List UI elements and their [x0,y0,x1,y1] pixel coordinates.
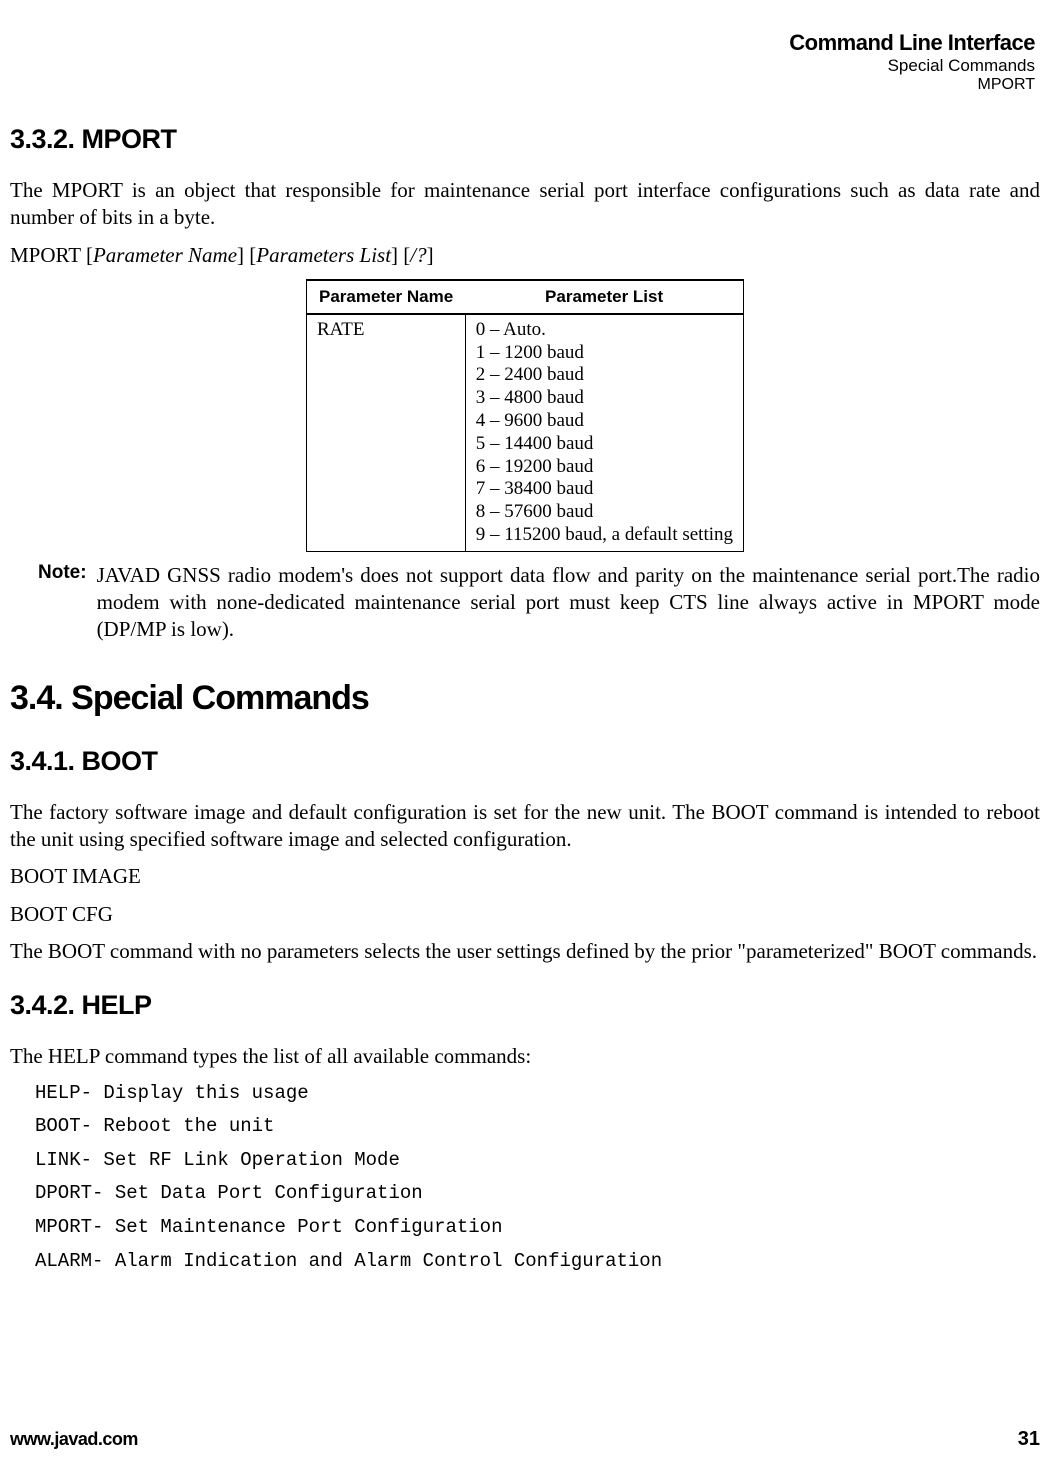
rate-option-6: 6 – 19200 baud [476,456,733,479]
header-title: Command Line Interface [10,30,1035,56]
mport-description: The MPORT is an object that responsible … [10,177,1040,232]
rate-option-0: 0 – Auto. [476,319,733,342]
note-label: Note: [10,562,97,644]
header-subtitle-1: Special Commands [10,56,1035,76]
boot-image-cmd: BOOT IMAGE [10,863,1040,890]
syntax-param-list: Parameters List [256,243,391,267]
section-3-3-2-heading: 3.3.2. MPORT [10,124,1040,155]
table-header-row: Parameter Name Parameter List [306,280,743,314]
rate-option-2: 2 – 2400 baud [476,364,733,387]
mport-syntax: MPORT [Parameter Name] [Parameters List]… [10,242,1040,269]
footer-url: www.javad.com [10,1429,138,1450]
section-3-4-heading: 3.4. Special Commands [10,679,1040,718]
footer-page-number: 31 [1018,1428,1040,1451]
boot-cfg-cmd: BOOT CFG [10,901,1040,928]
syntax-text: ] [ [237,243,256,267]
boot-noparam-description: The BOOT command with no parameters sele… [10,938,1040,965]
syntax-text: MPORT [ [10,243,93,267]
section-3-4-2-heading: 3.4.2. HELP [10,990,1040,1021]
rate-option-1: 1 – 1200 baud [476,342,733,365]
param-name-cell: RATE [306,314,465,551]
note-block: Note: JAVAD GNSS radio modem's does not … [10,562,1040,644]
parameter-table: Parameter Name Parameter List RATE 0 – A… [306,279,744,552]
rate-option-8: 8 – 57600 baud [476,501,733,524]
rate-option-9: 9 – 115200 baud, a default setting [476,524,733,547]
table-row: RATE 0 – Auto. 1 – 1200 baud 2 – 2400 ba… [306,314,743,551]
page-header: Command Line Interface Special Commands … [10,30,1040,94]
section-3-4-1-heading: 3.4.1. BOOT [10,746,1040,777]
page-footer: www.javad.com 31 [10,1428,1040,1451]
help-description: The HELP command types the list of all a… [10,1043,1040,1070]
syntax-text: ] [ [391,243,410,267]
syntax-help: /? [410,243,426,267]
help-output-line: LINK- Set RF Link Operation Mode [35,1148,1040,1174]
help-output-line: MPORT- Set Maintenance Port Configuratio… [35,1215,1040,1241]
boot-description: The factory software image and default c… [10,799,1040,854]
help-output-line: DPORT- Set Data Port Configuration [35,1181,1040,1207]
help-output-line: HELP- Display this usage [35,1081,1040,1107]
help-output-line: BOOT- Reboot the unit [35,1114,1040,1140]
rate-option-4: 4 – 9600 baud [476,410,733,433]
column-header-param-list: Parameter List [465,280,743,314]
rate-option-3: 3 – 4800 baud [476,387,733,410]
rate-option-7: 7 – 38400 baud [476,478,733,501]
header-subtitle-2: MPORT [10,76,1035,94]
note-body: JAVAD GNSS radio modem's does not suppor… [97,562,1040,644]
rate-option-5: 5 – 14400 baud [476,433,733,456]
column-header-param-name: Parameter Name [306,280,465,314]
syntax-param-name: Parameter Name [93,243,237,267]
help-output-line: ALARM- Alarm Indication and Alarm Contro… [35,1249,1040,1275]
param-list-cell: 0 – Auto. 1 – 1200 baud 2 – 2400 baud 3 … [465,314,743,551]
syntax-text: ] [427,243,434,267]
